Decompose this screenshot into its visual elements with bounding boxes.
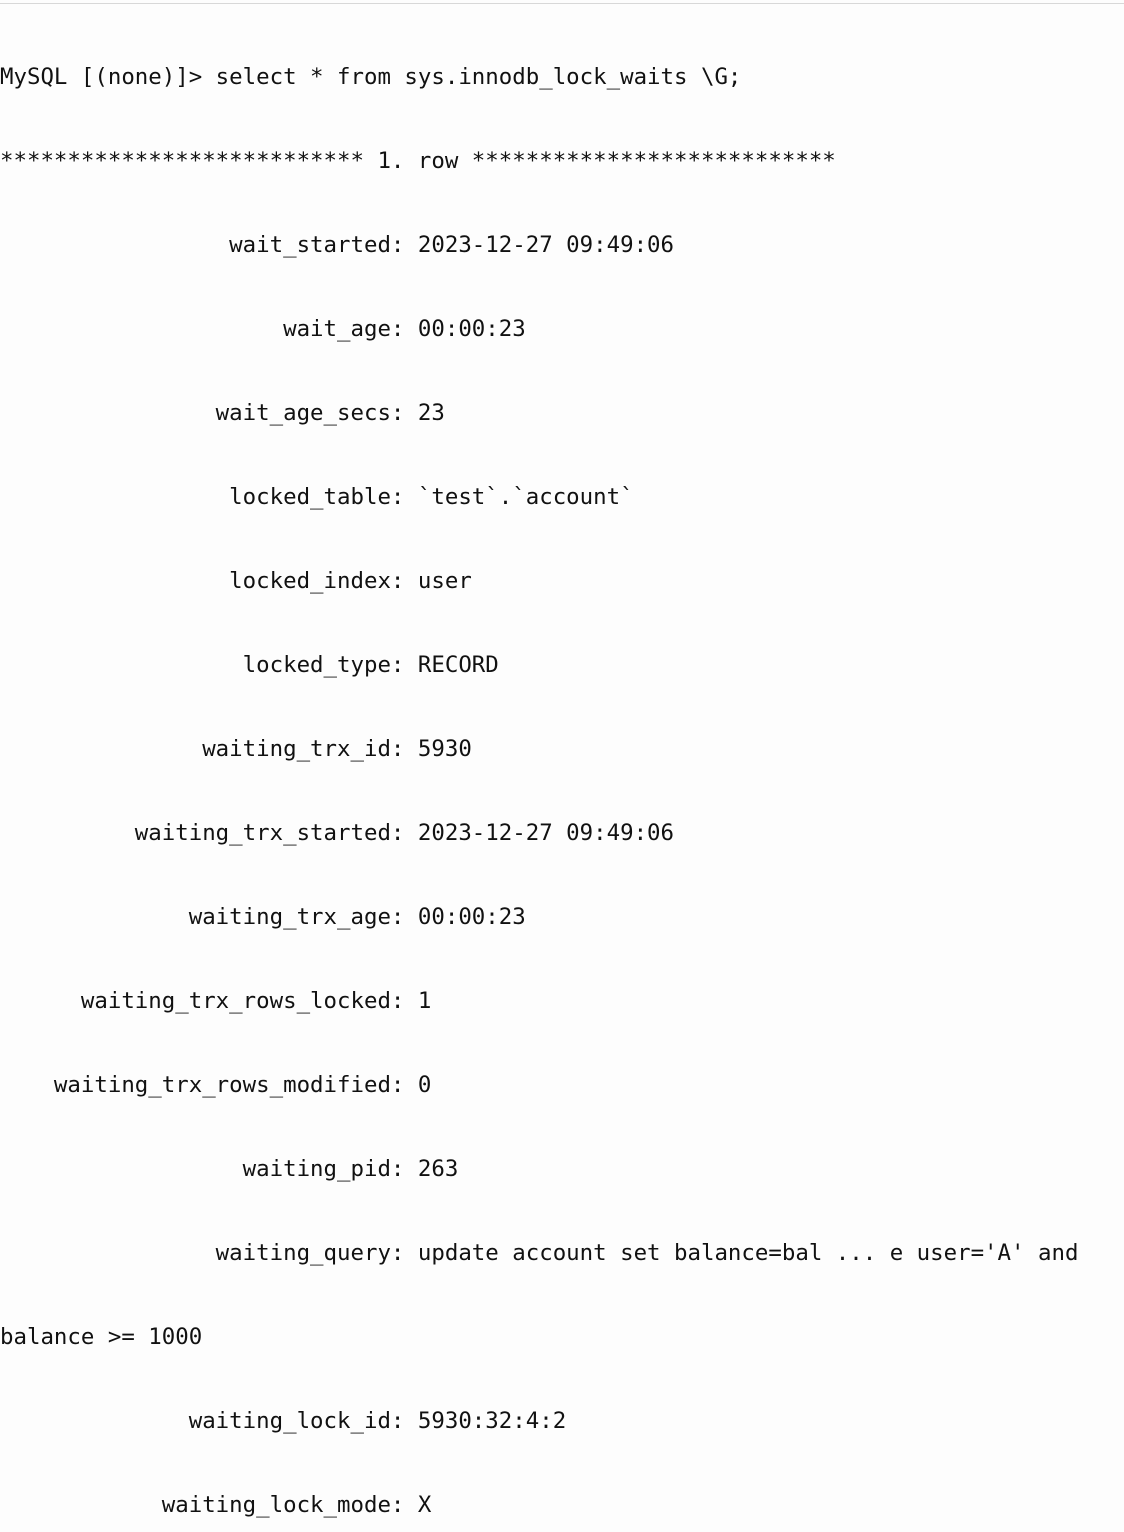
field-line-wait-started: wait_started: 2023-12-27 09:49:06 xyxy=(0,232,675,258)
field-line-waiting-trx-age: waiting_trx_age: 00:00:23 xyxy=(0,904,526,930)
field-line-waiting-lock-id: waiting_lock_id: 5930:32:4:2 xyxy=(0,1408,567,1434)
prompt-command-line: MySQL [(none)]> select * from sys.innodb… xyxy=(0,64,742,90)
field-line-locked-index: locked_index: user xyxy=(0,568,472,594)
field-line-wait-age-secs: wait_age_secs: 23 xyxy=(0,400,445,426)
field-line-waiting-pid: waiting_pid: 263 xyxy=(0,1156,459,1182)
terminal-screen[interactable]: MySQL [(none)]> select * from sys.innodb… xyxy=(0,5,1124,1532)
field-line-locked-table: locked_table: `test`.`account` xyxy=(0,484,634,510)
field-line-wait-age: wait_age: 00:00:23 xyxy=(0,316,526,342)
field-line-waiting-trx-rows-locked: waiting_trx_rows_locked: 1 xyxy=(0,988,432,1014)
terminal-window[interactable]: MySQL [(none)]> select * from sys.innodb… xyxy=(0,0,1124,1518)
field-line-locked-type: locked_type: RECORD xyxy=(0,652,499,678)
field-line-waiting-trx-started: waiting_trx_started: 2023-12-27 09:49:06 xyxy=(0,820,675,846)
field-line-waiting-trx-rows-modified: waiting_trx_rows_modified: 0 xyxy=(0,1072,432,1098)
window-top-border xyxy=(0,3,1124,4)
field-line-waiting-lock-mode: waiting_lock_mode: X xyxy=(0,1492,432,1518)
row-separator-line: *************************** 1. row *****… xyxy=(0,148,836,174)
field-line-waiting-query-wrap: balance >= 1000 xyxy=(0,1324,203,1350)
field-line-waiting-query: waiting_query: update account set balanc… xyxy=(0,1240,1079,1266)
field-line-waiting-trx-id: waiting_trx_id: 5930 xyxy=(0,736,472,762)
